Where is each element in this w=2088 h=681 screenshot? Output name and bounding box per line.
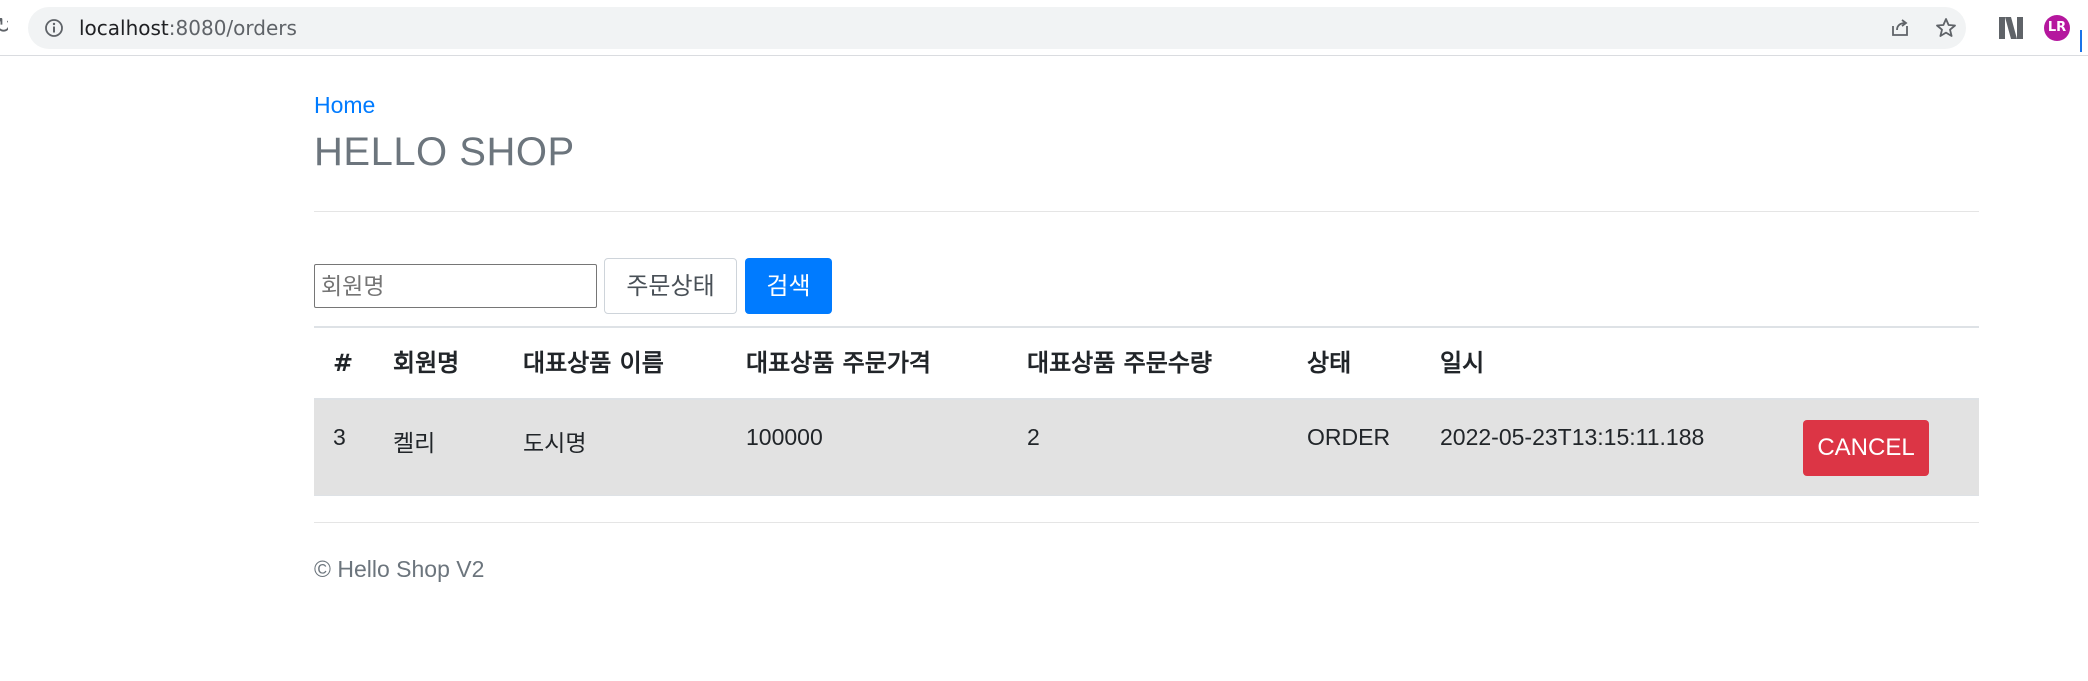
share-icon[interactable] <box>1888 16 1912 40</box>
column-header-price: 대표상품 주문가격 <box>746 349 931 377</box>
cell-count: 2 <box>1027 424 1040 450</box>
table-row: 3 켈리 도시명 100000 2 ORDER 2022-05-23T13:15… <box>314 400 1979 496</box>
column-header-count: 대표상품 주문수량 <box>1027 349 1212 377</box>
address-bar[interactable]: localhost:8080/orders <box>28 7 1966 49</box>
info-icon[interactable] <box>44 18 64 38</box>
cell-date: 2022-05-23T13:15:11.188 <box>1440 424 1705 450</box>
table-header: # 회원명 대표상품 이름 대표상품 주문가격 대표상품 주문수량 상태 일시 <box>314 326 1979 400</box>
member-name-input[interactable] <box>314 264 597 308</box>
star-icon[interactable] <box>1934 16 1958 40</box>
url-path: :8080/orders <box>168 16 297 40</box>
extension-icon[interactable] <box>1997 15 2025 41</box>
browser-toolbar: ↻ localhost:8080/orders LR <box>0 0 2088 56</box>
header-divider <box>314 211 1979 212</box>
cell-status: ORDER <box>1307 424 1391 450</box>
footer-divider <box>314 522 1979 523</box>
column-header-item-name: 대표상품 이름 <box>523 349 664 377</box>
order-status-select[interactable]: 주문상태 <box>604 258 737 314</box>
cancel-order-button[interactable]: CANCEL <box>1803 420 1929 476</box>
profile-icon[interactable]: LR <box>2044 15 2070 41</box>
search-button[interactable]: 검색 <box>745 258 832 314</box>
cell-item-name: 도시명 <box>523 431 587 457</box>
cell-price: 100000 <box>746 424 823 450</box>
home-link[interactable]: Home <box>314 92 375 119</box>
reload-icon[interactable]: ↻ <box>0 13 8 41</box>
column-header-member: 회원명 <box>393 349 460 377</box>
cell-id: 3 <box>333 424 346 450</box>
column-header-date: 일시 <box>1440 349 1485 377</box>
column-header-id: # <box>333 349 354 377</box>
url-host: localhost <box>79 16 169 40</box>
side-panel-edge <box>2080 30 2088 52</box>
footer-text: © Hello Shop V2 <box>314 556 485 582</box>
url-text[interactable]: localhost:8080/orders <box>79 7 297 49</box>
column-header-status: 상태 <box>1307 349 1352 377</box>
cell-member: 켈리 <box>393 431 436 457</box>
orders-table: # 회원명 대표상품 이름 대표상품 주문가격 대표상품 주문수량 상태 일시 … <box>314 326 1979 496</box>
page-title: HELLO SHOP <box>314 130 575 174</box>
